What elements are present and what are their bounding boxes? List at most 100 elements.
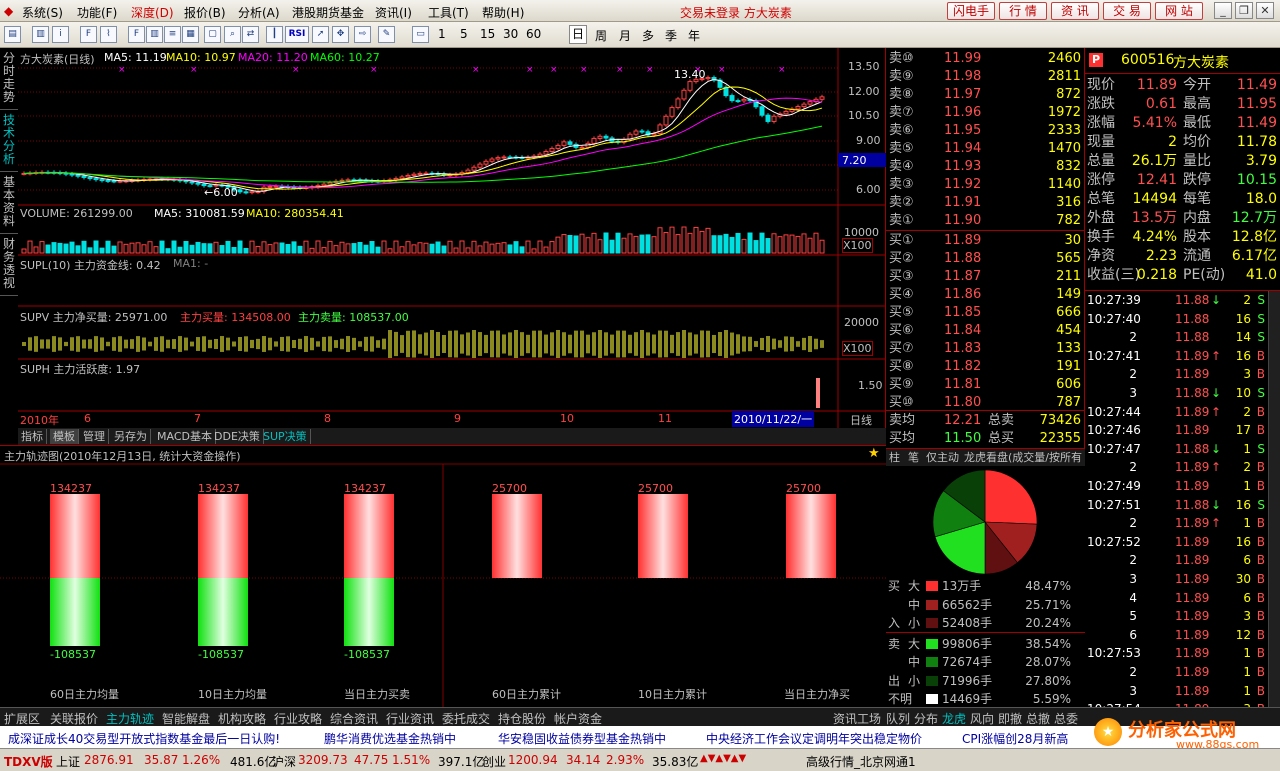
sell-level[interactable]: 卖① 11.90 782 <box>886 212 1085 230</box>
tab-industry[interactable]: 行业攻略 <box>274 710 322 727</box>
move-icon[interactable]: ✥ <box>332 26 349 43</box>
period-multi[interactable]: 多 <box>642 27 654 44</box>
tab-dragon[interactable]: 龙虎 <box>942 710 966 727</box>
kline-chart-area[interactable]: × × × × × × × × × × × × × 方大炭素(日线) MA5: 11.19 MA10: … <box>18 48 886 428</box>
tab-account[interactable]: 帐户资金 <box>554 710 602 727</box>
menu-depth[interactable]: 深度(D) <box>131 4 174 21</box>
news-item[interactable]: 华安稳固收益债券型基金热销中 <box>498 730 666 747</box>
news-button[interactable]: 资 讯 <box>1051 2 1099 20</box>
buy-level[interactable]: 买② 11.88 565 <box>886 250 1085 268</box>
zoom-icon[interactable]: ⌕ <box>224 26 241 43</box>
buy-level[interactable]: 买⑧ 11.82 191 <box>886 358 1085 376</box>
period-icon[interactable]: ▭ <box>412 26 429 43</box>
chart-icon[interactable]: ▥ <box>32 26 49 43</box>
sell-level[interactable]: 卖② 11.91 316 <box>886 194 1085 212</box>
period-season[interactable]: 季 <box>665 27 677 44</box>
tab-tick[interactable]: 笔 <box>908 449 919 466</box>
tab-positions[interactable]: 持仓股份 <box>498 710 546 727</box>
news-item[interactable]: 鹏华消费优选基金热销中 <box>324 730 456 747</box>
tab-active-only[interactable]: 仅主动 <box>926 449 959 466</box>
sell-level[interactable]: 卖⑤ 11.94 1470 <box>886 140 1085 158</box>
buy-level[interactable]: 买⑦ 11.83 133 <box>886 340 1085 358</box>
news-ticker[interactable]: 成深证成长40交易型开放式指数基金最后一日认购! 鹏华消费优选基金热销中 华安稳… <box>0 718 1280 751</box>
tab-macd[interactable]: MACD基本 <box>154 429 216 444</box>
news-item[interactable]: 成深证成长40交易型开放式指数基金最后一日认购! <box>8 730 280 747</box>
menu-quote[interactable]: 报价(B) <box>184 4 226 21</box>
minimize-icon[interactable]: _ <box>1214 2 1232 19</box>
tab-wind[interactable]: 风向 <box>970 710 994 727</box>
period-week[interactable]: 周 <box>595 27 607 44</box>
tab-news-all[interactable]: 综合资讯 <box>330 710 378 727</box>
menu-analysis[interactable]: 分析(A) <box>238 4 280 21</box>
tab-total-cancel[interactable]: 总撤 <box>1026 710 1050 727</box>
sell-level[interactable]: 卖⑦ 11.96 1972 <box>886 104 1085 122</box>
period-month[interactable]: 月 <box>619 27 631 44</box>
f10-icon[interactable]: F <box>80 26 97 43</box>
trade-button[interactable]: 交 易 <box>1103 2 1151 20</box>
info-icon[interactable]: i <box>52 26 69 43</box>
tab-dde[interactable]: DDE决策 <box>211 429 264 444</box>
restore-icon[interactable]: ❐ <box>1235 2 1253 19</box>
buy-level[interactable]: 买⑤ 11.85 666 <box>886 304 1085 322</box>
period-day[interactable]: 日 <box>569 25 588 44</box>
tick-scrollbar[interactable] <box>1268 291 1280 709</box>
buy-level[interactable]: 买③ 11.87 211 <box>886 268 1085 286</box>
tab-technical[interactable]: 技术分析 <box>0 114 18 172</box>
sell-level[interactable]: 卖⑧ 11.97 872 <box>886 86 1085 104</box>
grid-icon[interactable]: ▦ <box>182 26 199 43</box>
menu-tools[interactable]: 工具(T) <box>428 4 469 21</box>
compare-icon[interactable]: ⇄ <box>242 26 259 43</box>
market-button[interactable]: 行 情 <box>999 2 1047 20</box>
news-item[interactable]: CPI涨幅创28月新高 <box>962 730 1082 747</box>
tab-main-force[interactable]: 主力轨迹 <box>106 710 154 727</box>
tab-orders[interactable]: 委托成交 <box>442 710 490 727</box>
buy-level[interactable]: 买⑥ 11.84 454 <box>886 322 1085 340</box>
tab-institution[interactable]: 机构攻略 <box>218 710 266 727</box>
close-icon[interactable]: ✕ <box>1256 2 1274 19</box>
buy-level[interactable]: 买⑨ 11.81 606 <box>886 376 1085 394</box>
period-1min[interactable]: 1 <box>438 27 446 41</box>
tab-time-sharing[interactable]: 分时走势 <box>0 52 18 110</box>
list-icon[interactable]: ≡ <box>164 26 181 43</box>
tab-sup[interactable]: SUP决策 <box>260 429 311 444</box>
sell-level[interactable]: 卖④ 11.93 832 <box>886 158 1085 176</box>
buy-level[interactable]: 买① 11.89 30 <box>886 232 1085 250</box>
sell-level[interactable]: 卖⑩ 11.99 2460 <box>886 50 1085 68</box>
tab-queue[interactable]: 队列 <box>886 710 910 727</box>
tick-list[interactable]: 10:27:39 11.88 ↓ 2 S 10:27:40 11.88 16 S 2 11.88 14… <box>1085 290 1280 716</box>
cursor-icon[interactable]: ➚ <box>312 26 329 43</box>
menu-info[interactable]: 资讯(I) <box>375 4 412 21</box>
tab-analysis[interactable]: 智能解盘 <box>162 710 210 727</box>
quote-list-icon[interactable]: ▤ <box>4 26 21 43</box>
fund-icon[interactable]: F <box>128 26 145 43</box>
menu-hk-futures[interactable]: 港股期货基金 <box>292 4 364 21</box>
bars-icon[interactable]: ▥ <box>146 26 163 43</box>
website-button[interactable]: 网 站 <box>1155 2 1203 20</box>
tab-save-as[interactable]: 另存为 <box>111 429 151 444</box>
sell-level[interactable]: 卖③ 11.92 1140 <box>886 176 1085 194</box>
menu-help[interactable]: 帮助(H) <box>482 4 524 21</box>
tab-total-order[interactable]: 总委 <box>1054 710 1078 727</box>
tab-info-factory[interactable]: 资讯工场 <box>833 710 881 727</box>
export-icon[interactable]: ⇨ <box>354 26 371 43</box>
menu-system[interactable]: 系统(S) <box>22 4 63 21</box>
period-year[interactable]: 年 <box>688 27 700 44</box>
period-30min[interactable]: 30 <box>503 27 518 41</box>
flash-trade-button[interactable]: 闪电手 <box>947 2 995 20</box>
tab-fundamentals[interactable]: 基本资料 <box>0 176 18 234</box>
kline-icon[interactable]: ┃ <box>266 26 283 43</box>
tab-extend[interactable]: 扩展区 <box>4 710 40 727</box>
period-60min[interactable]: 60 <box>526 27 541 41</box>
tab-template[interactable]: 模板 <box>50 429 79 444</box>
buy-level[interactable]: 买④ 11.86 149 <box>886 286 1085 304</box>
tab-dragon-tiger[interactable]: 龙虎看盘(成交量/按所有 <box>964 449 1085 466</box>
tab-cancel[interactable]: 即撤 <box>998 710 1022 727</box>
sell-level[interactable]: 卖⑥ 11.95 2333 <box>886 122 1085 140</box>
sell-level[interactable]: 卖⑨ 11.98 2811 <box>886 68 1085 86</box>
tab-bar[interactable]: 柱 <box>889 449 900 466</box>
tab-distribution[interactable]: 分布 <box>914 710 938 727</box>
minute-chart-icon[interactable]: ⌇ <box>100 26 117 43</box>
period-15min[interactable]: 15 <box>480 27 495 41</box>
tab-finance[interactable]: 财务透视 <box>0 238 18 296</box>
draw-icon[interactable]: ✎ <box>378 26 395 43</box>
